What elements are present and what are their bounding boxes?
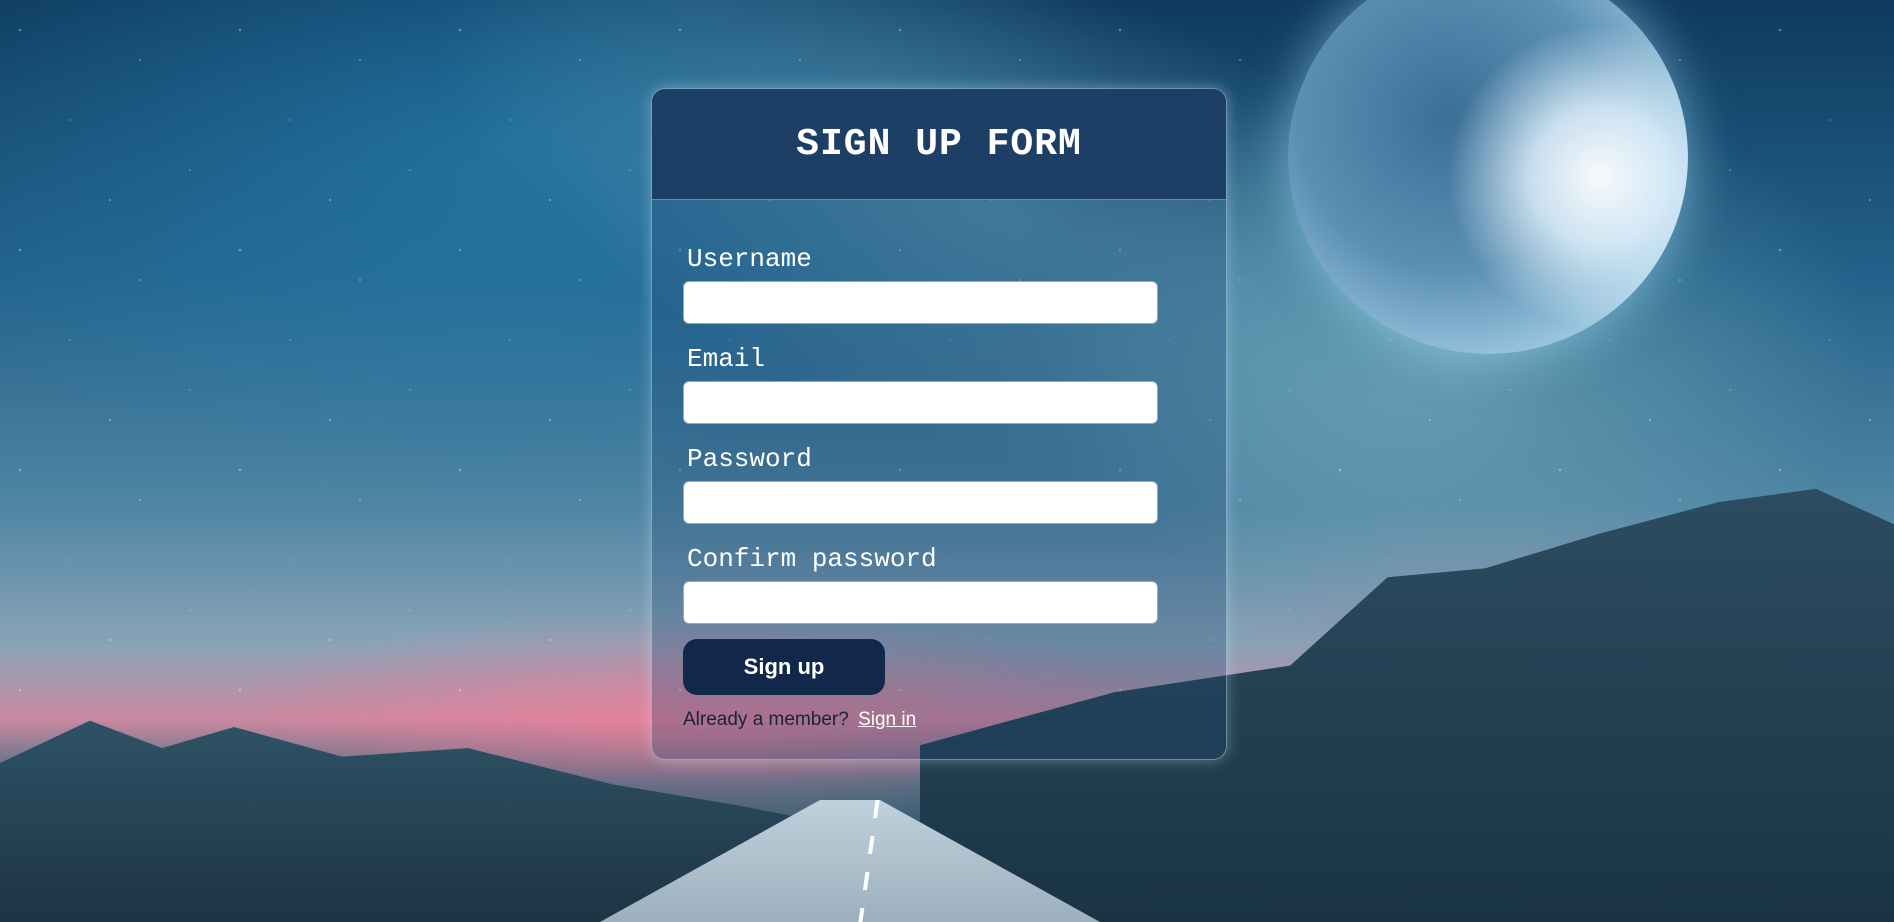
signup-form: Username Email Password Confirm password… bbox=[652, 200, 1226, 731]
confirm-password-label: Confirm password bbox=[687, 544, 937, 574]
email-input[interactable] bbox=[683, 381, 1158, 424]
signin-link[interactable]: Sign in bbox=[858, 709, 916, 730]
password-label: Password bbox=[687, 444, 812, 474]
signup-card: SIGN UP FORM Username Email Password Con… bbox=[651, 88, 1227, 760]
username-label: Username bbox=[687, 244, 812, 274]
signin-prompt: Already a member? Sign in bbox=[683, 709, 1226, 731]
form-title: SIGN UP FORM bbox=[796, 122, 1082, 166]
card-header: SIGN UP FORM bbox=[652, 89, 1226, 200]
password-input[interactable] bbox=[683, 481, 1158, 524]
username-input[interactable] bbox=[683, 281, 1158, 324]
email-label: Email bbox=[687, 344, 766, 374]
signup-button[interactable]: Sign up bbox=[683, 639, 885, 695]
confirm-password-input[interactable] bbox=[683, 581, 1158, 624]
signin-prompt-text: Already a member? bbox=[683, 709, 849, 730]
